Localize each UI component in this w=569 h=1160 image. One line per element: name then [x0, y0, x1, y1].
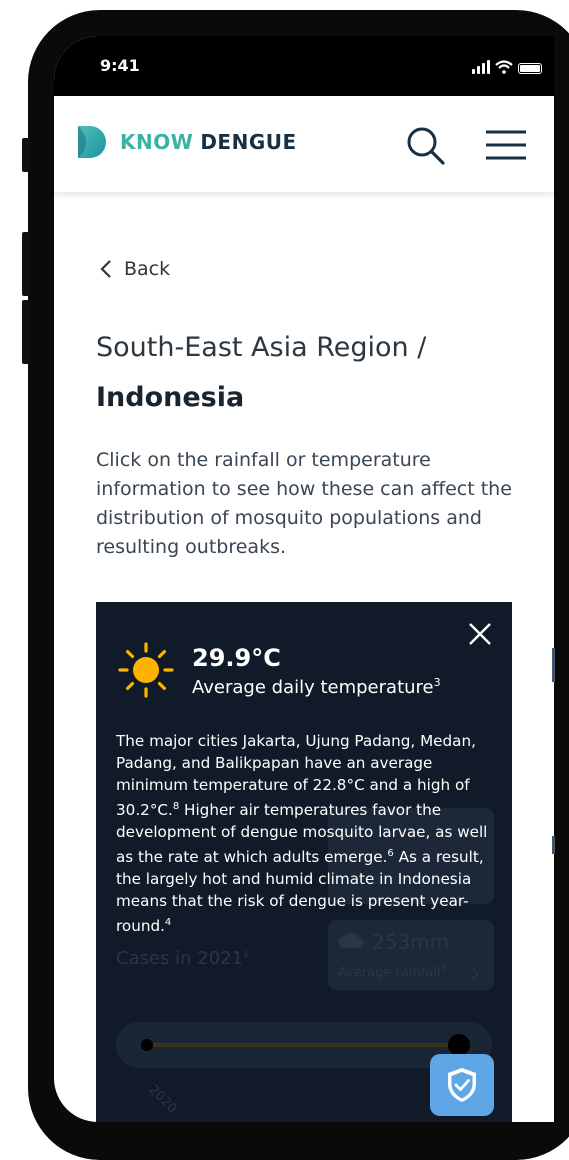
- country-title: Indonesia: [96, 382, 245, 413]
- menu-button[interactable]: [484, 128, 528, 162]
- temperature-label: Average daily temperature3: [192, 676, 441, 698]
- edge-divider: [552, 836, 555, 854]
- intro-text: Click on the rainfall or temperature inf…: [96, 449, 512, 558]
- status-time: 9:41: [100, 56, 140, 75]
- menu-icon: [486, 130, 526, 160]
- edge-divider: [552, 648, 555, 682]
- logo-text-dengue: DENGUE: [200, 130, 297, 154]
- phone-screen: 9:41 KNOW DENGUE Back South-East Asia Re…: [54, 36, 554, 1122]
- temperature-description: The major cities Jakarta, Ujung Padang, …: [116, 732, 488, 936]
- site-header: KNOW DENGUE: [54, 96, 554, 192]
- timeline-progress: [148, 1043, 460, 1047]
- logo-mark: [78, 126, 106, 158]
- cases-label: Cases in 20211: [116, 948, 249, 969]
- back-link[interactable]: Back: [100, 258, 170, 280]
- status-bar: 9:41: [54, 36, 554, 96]
- timeline-start-dot: [141, 1039, 153, 1051]
- rainfall-label: Average rainfall3: [338, 964, 447, 981]
- search-button[interactable]: [404, 124, 448, 168]
- battery-icon: [518, 63, 542, 74]
- signal-icon: [472, 60, 490, 74]
- chevron-right-icon: [472, 968, 480, 980]
- sun-icon: [118, 642, 174, 698]
- volume-down-button: [22, 300, 30, 364]
- logo-text-know: KNOW: [120, 130, 194, 154]
- close-button[interactable]: [466, 620, 494, 648]
- shield-check-icon: [448, 1068, 476, 1102]
- temperature-value: 29.9°C: [192, 644, 281, 672]
- privacy-shield-button[interactable]: [430, 1054, 494, 1116]
- chevron-left-icon: [100, 260, 111, 278]
- back-label: Back: [124, 258, 171, 280]
- status-icons: [472, 58, 542, 74]
- timeline-year-label: 2020: [145, 1082, 180, 1117]
- region-title: South-East Asia Region /: [96, 332, 427, 363]
- search-icon: [407, 127, 445, 165]
- close-icon: [469, 623, 491, 645]
- mute-switch: [22, 138, 30, 172]
- wifi-icon: [495, 60, 513, 74]
- know-dengue-logo[interactable]: KNOW DENGUE: [76, 124, 297, 160]
- climate-info-card: 253mm Average rainfall3 Cases in 20211 2…: [96, 602, 512, 1122]
- timeline-handle[interactable]: [448, 1034, 470, 1056]
- volume-up-button: [22, 232, 30, 296]
